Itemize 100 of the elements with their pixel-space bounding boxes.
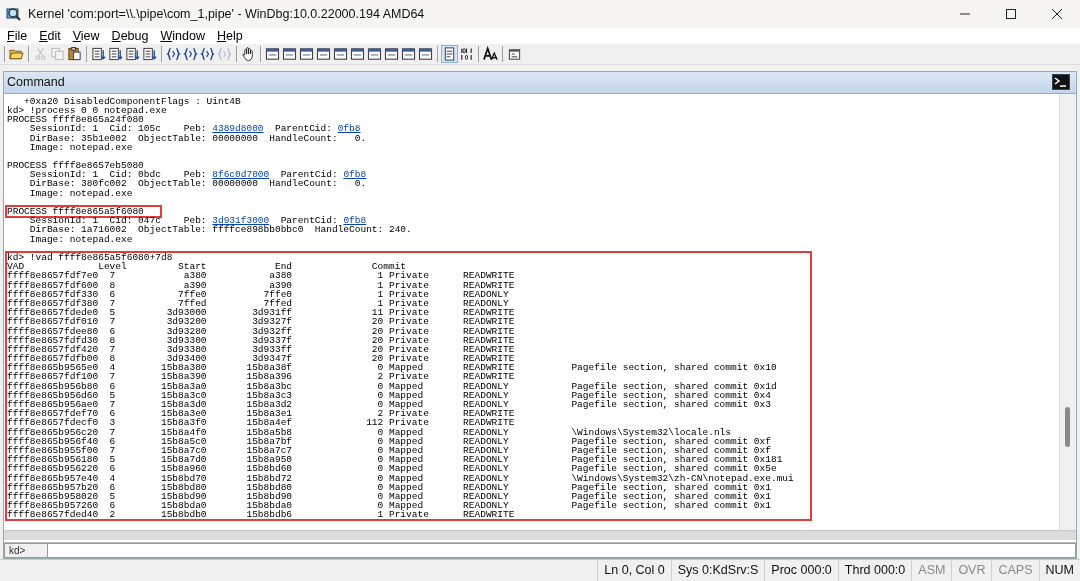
window-icon bbox=[367, 45, 382, 62]
console-line: ffff8e865b958020 5 15b8bd90 15b8bd90 0 Mapped READONLY Pagefile section, shared commit 0x1 bbox=[7, 491, 772, 502]
window-icon bbox=[265, 45, 280, 62]
menu-item[interactable]: File bbox=[2, 28, 35, 43]
vertical-scrollbar[interactable] bbox=[1059, 93, 1076, 530]
console-line: ffff8e8657fdf420 7 3d93380 3d933ff 20 Private READWRITE bbox=[7, 344, 516, 355]
console-line: ffff8e865b956f40 6 15b8a5c0 15b8a7bf 0 Mapped READONLY Pagefile section, shared commit 0xf bbox=[7, 436, 772, 446]
console-line: Image: notepad.exe bbox=[28, 234, 134, 244]
console-line: Image: notepad.exe bbox=[28, 142, 134, 152]
status-cell: OVR bbox=[951, 560, 992, 581]
console-line: ffff8e865b9565e0 4 15b8a380 15b8a38f 0 Mapped READWRITE Pagefile section, shared commit 0x10 bbox=[7, 363, 778, 373]
console-line: SessionId: 1 Cid: 047c Peb: 3d931f3000 ParentCid: 0fb8 bbox=[28, 216, 367, 226]
status-cell: NUM bbox=[1038, 560, 1080, 581]
console-line: DirBase: 35b1e002 ObjectTable: 00000000 HandleCount: 0. bbox=[28, 133, 368, 143]
console-line: ffff8e865b956b80 6 15b8a3a0 15b8a3bc 0 Mapped READONLY Pagefile section, shared commit 0x1d bbox=[7, 381, 778, 391]
list-icon bbox=[91, 45, 106, 62]
window-icon bbox=[384, 45, 399, 62]
hand-icon bbox=[241, 45, 256, 62]
status-cell: ASM bbox=[911, 560, 952, 581]
console-line: ffff8e8657fdfb00 8 3d93400 3d9347f 20 Private READWRITE bbox=[7, 354, 516, 364]
braces-icon bbox=[200, 45, 215, 62]
console-line: ffff8e8657fdf600 8 a390 a390 1 Private READWRITE bbox=[7, 280, 516, 290]
console-line: kd> !vad ffff8e865a5f6080+7d8 bbox=[7, 253, 174, 263]
address-link[interactable]: 4389d8000 bbox=[212, 123, 264, 135]
list-icon bbox=[142, 45, 157, 62]
console-line: DirBase: 380fc002 ObjectTable: 00000000 HandleCount: 0. bbox=[28, 179, 368, 189]
console-line: ffff8e8657fdfd30 8 3d93300 3d9337f 20 Private READWRITE bbox=[7, 335, 516, 345]
menu-item[interactable]: Help bbox=[211, 28, 250, 43]
status-cell: Proc 000:0 bbox=[764, 560, 838, 581]
console-line: ffff8e865b956220 6 15b8a960 15b8bd60 0 Mapped READONLY Pagefile section, shared commit 0x5e bbox=[7, 464, 777, 474]
horizontal-scrollbar[interactable] bbox=[4, 530, 1076, 540]
binary-icon bbox=[459, 45, 474, 62]
console-line: ffff8e8657fdf330 6 7ffe0 7ffe0 1 Private READONLY bbox=[7, 289, 510, 299]
command-input[interactable] bbox=[48, 543, 1076, 558]
console-line: ffff8e8657fded40 2 15b8bdb0 15b8bdb6 1 Private READWRITE bbox=[7, 510, 516, 520]
console-line: kd> !process 0 0 notepad.exe bbox=[7, 106, 167, 116]
close-icon bbox=[1052, 9, 1062, 19]
address-link[interactable]: 8f6c0d7000 bbox=[212, 169, 270, 181]
status-cell: Sys 0:KdSrv:S bbox=[670, 560, 765, 581]
console-line: SessionId: 1 Cid: 0bdc Peb: 8f6c0d7000 ParentCid: 0fb8 bbox=[28, 170, 368, 180]
console-line: ffff8e865b957e40 4 15b8bd70 15b8bd72 0 Mapped READONLY \Windows\System32\zh-CN\notepad.exe.mui bbox=[7, 473, 794, 483]
address-link[interactable]: 0fb8 bbox=[337, 123, 361, 135]
console-line: ffff8e865b957260 6 15b8bda0 15b8bda0 0 Mapped READONLY Pagefile section, shared commit 0x1 bbox=[7, 501, 772, 511]
window-title: Kernel 'com:port=\\.\pipe\com_1,pipe' - WinDbg:10.0.22000.194 AMD64 bbox=[28, 7, 426, 21]
status-cell: CAPS bbox=[991, 560, 1039, 581]
window-icon bbox=[299, 45, 314, 62]
console-line: VAD Level Start End Commit bbox=[7, 262, 407, 272]
toolbar-button[interactable] bbox=[482, 44, 499, 63]
status-cell: Thrd 000:0 bbox=[837, 560, 912, 581]
console-line: Image: notepad.exe bbox=[28, 188, 134, 198]
console-line: +0xa20 DisabledComponentFlags : Uint4B bbox=[24, 96, 242, 106]
list-icon bbox=[108, 45, 123, 62]
pane-title: Command bbox=[7, 75, 66, 90]
document-icon bbox=[442, 45, 457, 62]
console-line: ffff8e8657fdf380 7 7ffed 7ffed 1 Private READONLY bbox=[7, 298, 510, 309]
console-line: ffff8e865b956d60 5 15b8a3c0 15b8a3c3 0 Mapped READONLY Pagefile section, shared commit 0x4 bbox=[7, 390, 772, 400]
menu-item[interactable]: Debug bbox=[106, 28, 156, 43]
braces-icon bbox=[166, 45, 181, 62]
console-line: PROCESS ffff8e865a24f080 bbox=[7, 115, 144, 125]
copy-icon bbox=[50, 45, 65, 62]
console-line: PROCESS ffff8e865a5f6080 bbox=[7, 207, 144, 217]
console-line: ffff8e865b957b20 6 15b8bd80 15b8bd80 0 Mapped READONLY Pagefile section, shared commit 0x1 bbox=[7, 482, 771, 492]
scissors-icon bbox=[33, 45, 48, 62]
console-line: ffff8e8657fdee80 6 3d93280 3d932ff 20 Private READWRITE bbox=[7, 326, 516, 336]
scrollbar-thumb[interactable] bbox=[1065, 406, 1070, 447]
toolbar-button[interactable] bbox=[66, 44, 83, 63]
maximize-icon bbox=[1006, 9, 1016, 19]
console-line: DirBase: 1a716002 ObjectTable: ffffce898bb0bbc0 HandleCount: 240. bbox=[28, 225, 413, 235]
menu-item[interactable]: Window bbox=[155, 28, 212, 43]
window-icon bbox=[350, 45, 365, 62]
console-line: ffff8e865b955f00 7 15b8a7c0 15b8a7c7 0 Mapped READONLY Pagefile section, shared commit 0xf bbox=[7, 445, 772, 456]
address-link[interactable]: 0fb8 bbox=[343, 169, 367, 181]
clipboard-icon bbox=[67, 45, 82, 62]
list-icon bbox=[125, 45, 140, 62]
menu-item[interactable]: Edit bbox=[34, 28, 68, 43]
console-line: ffff8e865b956ae0 7 15b8a3d0 15b8a3d2 0 Mapped READONLY Pagefile section, shared commit 0x3 bbox=[7, 400, 772, 410]
console-line: SessionId: 1 Cid: 105c Peb: 4389d8000 ParentCid: 0fb8 bbox=[28, 124, 362, 134]
menu-item[interactable]: View bbox=[67, 28, 107, 43]
console-icon[interactable] bbox=[1052, 74, 1070, 91]
window-icon bbox=[418, 45, 433, 62]
console-line: ffff8e8657fdede0 5 3d93000 3d931ff 11 Private READWRITE bbox=[7, 308, 516, 318]
console-line: ffff8e8657fdf010 7 3d93200 3d9327f 20 Private READWRITE bbox=[7, 317, 516, 327]
braces-icon bbox=[183, 45, 198, 62]
magnifier-icon bbox=[6, 6, 22, 22]
window-icon bbox=[333, 45, 348, 62]
window-icon bbox=[316, 45, 331, 62]
window-icon bbox=[401, 45, 416, 62]
status-cell: Ln 0, Col 0 bbox=[597, 560, 671, 581]
console-line: ffff8e865b956c20 7 15b8a4f0 15b8a5b8 0 Mapped READONLY \Windows\System32\locale.nls bbox=[7, 427, 732, 437]
console-line: ffff8e865b956180 5 15b8a7d0 15b8a950 0 Mapped READONLY Pagefile section, shared commit 0x181 bbox=[7, 455, 784, 465]
console-line: ffff8e8657fdf7e0 7 a380 a380 1 Private READWRITE bbox=[7, 271, 516, 281]
font-size-icon bbox=[483, 45, 498, 62]
braces-icon bbox=[217, 45, 232, 62]
address-link[interactable]: 0fb8 bbox=[343, 215, 367, 227]
console-line: ffff8e8657fdecf0 3 15b8a3f0 15b8a4ef 112 Private READWRITE bbox=[7, 418, 516, 428]
console-line: PROCESS ffff8e8657eb5080 bbox=[7, 161, 144, 171]
prompt-label: kd> bbox=[4, 543, 48, 558]
window-icon bbox=[282, 45, 297, 62]
console-line: ffff8e8657fdf100 7 15b8a390 15b8a396 2 Private READWRITE bbox=[7, 372, 516, 382]
console-line: ffff8e8657fdef70 6 15b8a3e0 15b8a3e1 2 Private READWRITE bbox=[7, 409, 516, 419]
